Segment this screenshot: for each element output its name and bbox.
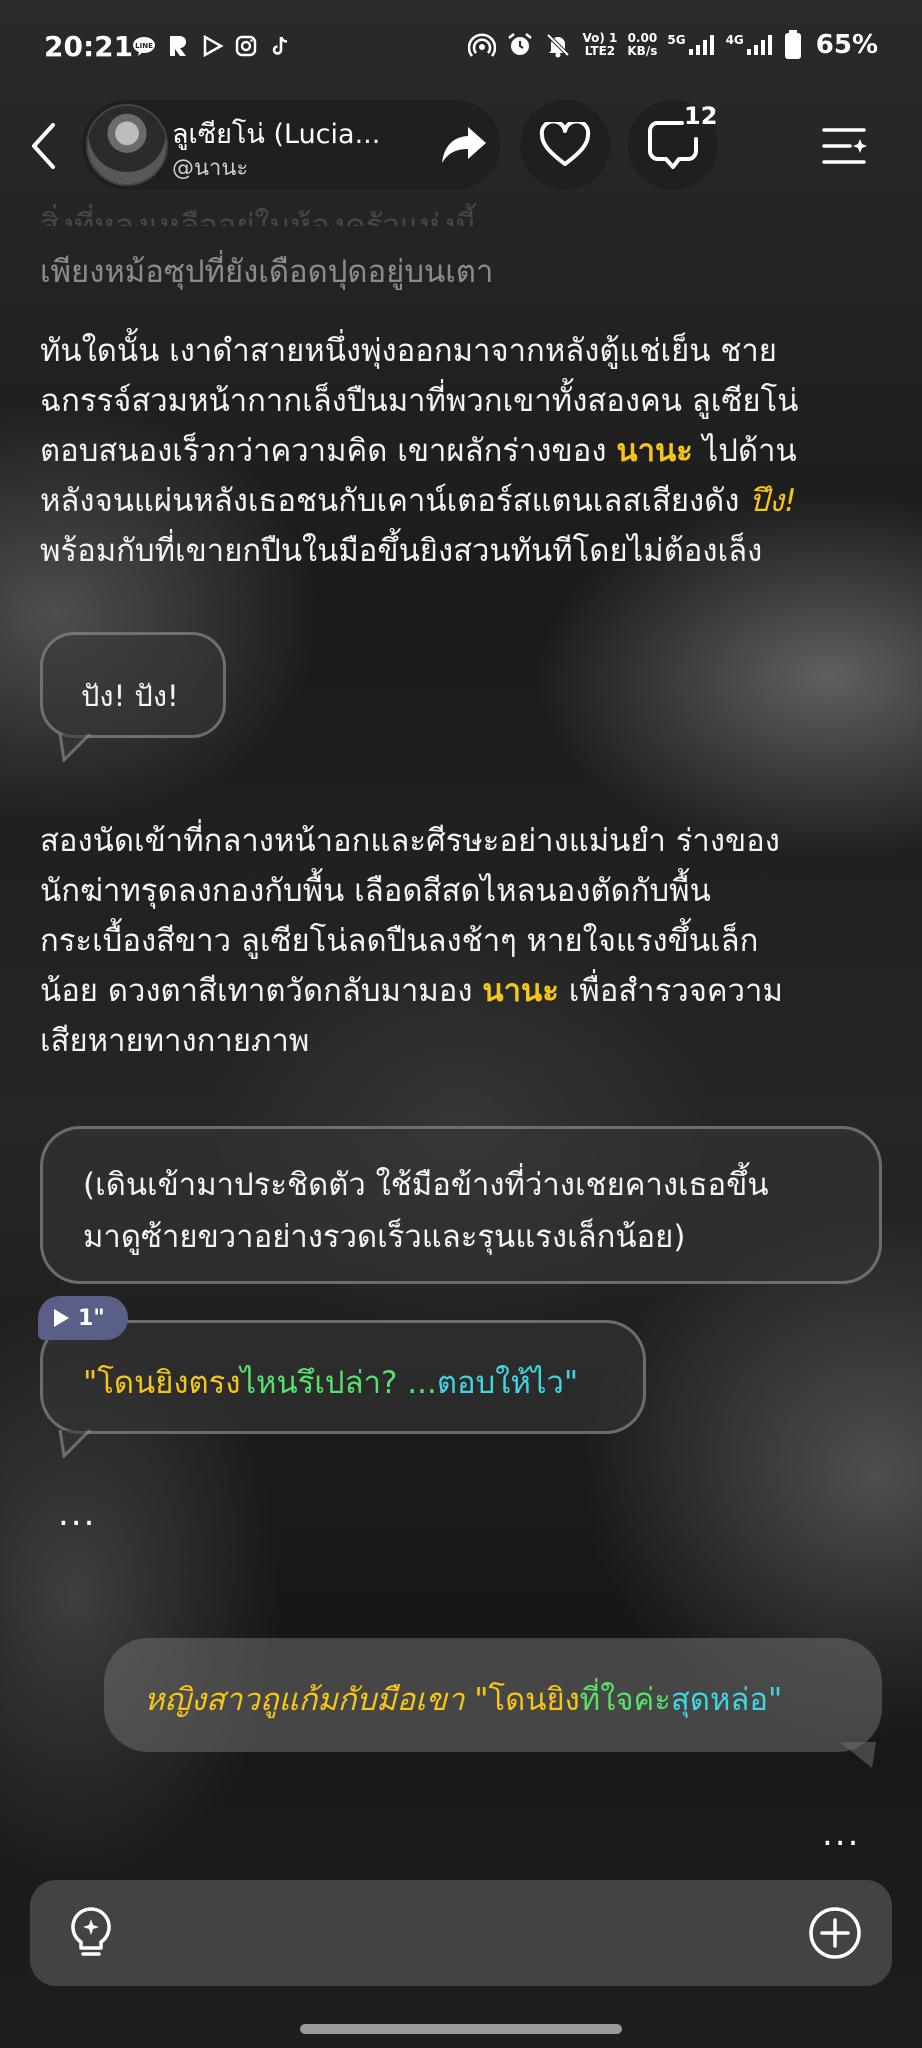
user-message-bubble[interactable]: หญิงสาวถูแก้มกับมือเขา "โดนยิงที่ใจค่ะสุ… (104, 1638, 882, 1752)
volte-label: Vo) 1 LTE2 (582, 31, 618, 58)
chat-menu-button[interactable] (814, 116, 874, 176)
status-right: Vo) 1 LTE2 0.00 KB/s 5G 4G 65% (468, 30, 878, 60)
gunshot-text: ปัง! ปัง! (81, 679, 179, 713)
story-line: ทันใดนั้น เงาดำสายหนึ่งพุ่งออกมาจากหลังต… (40, 333, 777, 369)
user-action-text: หญิงสาวถูแก้มกับมือเขา (144, 1682, 475, 1718)
character-handle: @นานะ (172, 156, 249, 181)
voice-quote-text: ไหนรึเปล่า? ... (240, 1365, 437, 1401)
story-line: นักฆ่าทรุดลงกองกับพื้น เลือดสีสดไหลนองตั… (40, 873, 711, 909)
signal-4g-icon (746, 35, 772, 55)
tiktok-icon (268, 34, 292, 58)
status-time: 20:21 (44, 30, 134, 63)
voice-play-badge[interactable]: 1" (38, 1296, 128, 1340)
story-paragraph-2: สองนัดเข้าที่กลางหน้าอกและศีรษะอย่างแม่น… (40, 816, 783, 1066)
story-paragraph-1: ทันใดนั้น เงาดำสายหนึ่งพุ่งออกมาจากหลังต… (40, 326, 798, 576)
signal-5g: 5G (667, 34, 715, 56)
hotspot-icon (468, 33, 497, 57)
signal-5g-icon (688, 35, 714, 55)
signal-4g: 4G (726, 34, 774, 56)
story-text: ไปด้าน (692, 433, 797, 469)
alarm-icon (508, 33, 533, 55)
story-line: หลังจนแผ่นหลังเธอชนกับเคาน์เตอร์สแตนเลสเ… (40, 476, 798, 526)
faded-story-line: เพียงหม้อซุปที่ยังเดือดปุดอยู่บนเตา (40, 254, 494, 290)
play-icon (54, 1309, 69, 1327)
more-options-icon[interactable]: ... (58, 1494, 96, 1534)
lightbulb-icon (71, 1907, 111, 1956)
story-text: น้อย ดวงตาสีเทาตวัดกลับมามอง (40, 973, 483, 1009)
speed-label: 0.00 KB/s (627, 32, 657, 58)
story-text: ตอบสนองเร็วกว่าความคิด เขาผลักร่างของ (40, 433, 617, 469)
play-icon (200, 34, 224, 58)
battery-icon (784, 30, 801, 59)
story-line: กระเบื้องสีขาว ลูเซียโน่ลดปืนลงช้าๆ หายใ… (40, 923, 759, 959)
bubble-tail (840, 1742, 876, 1768)
share-arrow-icon (442, 127, 486, 163)
voice-duration: 1" (78, 1305, 105, 1331)
bubble-tail (58, 734, 92, 762)
r-app-icon (166, 34, 190, 58)
story-line: น้อย ดวงตาสีเทาตวัดกลับมามอง นานะ เพื่อส… (40, 966, 783, 1016)
user-name-highlight: นานะ (616, 433, 693, 469)
character-name: ลูเซียโน่ (Lucia... (172, 119, 381, 150)
add-button[interactable] (808, 1906, 862, 1960)
user-quote-text: "โดนยิง (474, 1682, 580, 1718)
message-input[interactable] (140, 1908, 760, 1958)
gunshot-bubble: ปัง! ปัง! (40, 632, 226, 738)
action-box: (เดินเข้ามาประชิดตัว ใช้มือข้างที่ว่างเช… (40, 1126, 882, 1284)
action-line: มาดูซ้ายขวาอย่างรวดเร็วและรุนแรงเล็กน้อย… (83, 1219, 686, 1255)
net-4g-label: 4G (725, 33, 744, 47)
share-button[interactable] (428, 110, 500, 182)
chat-header: ลูเซียโน่ (Lucia... @นานะ 12 (0, 96, 922, 196)
svg-text:LINE: LINE (135, 42, 153, 50)
bubble-tail (58, 1430, 92, 1458)
message-input-bar (30, 1880, 892, 1986)
line-icon: LINE (132, 34, 156, 58)
story-text: เพื่อสำรวจความ (558, 973, 783, 1009)
story-text: หลังจนแผ่นหลังเธอชนกับเคาน์เตอร์สแตนเลสเ… (40, 483, 750, 519)
story-line: เสียหายทางกายภาพ (40, 1023, 310, 1059)
avatar[interactable] (86, 104, 168, 186)
story-line: ตอบสนองเร็วกว่าความคิด เขาผลักร่างของ นา… (40, 426, 798, 476)
story-line: สองนัดเข้าที่กลางหน้าอกและศีรษะอย่างแม่น… (40, 823, 780, 859)
voice-quote-text: "โดนยิงตรง (83, 1365, 241, 1401)
mute-notification-icon (547, 33, 570, 58)
plus-circle-icon (809, 1907, 861, 1959)
chevron-left-icon (32, 123, 55, 169)
voice-quote-text: ตอบให้ไว" (436, 1365, 579, 1401)
status-bar: 20:21 LINE Vo) 1 LTE2 0.00 KB/s 5G 4G 65… (0, 0, 922, 100)
comment-count: 12 (684, 102, 718, 130)
back-button[interactable] (18, 114, 68, 178)
notification-icons: LINE (132, 34, 292, 58)
suggestion-button[interactable] (64, 1906, 118, 1960)
user-quote-text: ที่ใจค่ะ (579, 1682, 671, 1718)
voice-line-bubble[interactable]: "โดนยิงตรงไหนรึเปล่า? ...ตอบให้ไว" (40, 1320, 646, 1434)
more-options-icon[interactable]: ... (822, 1814, 860, 1854)
heart-icon (539, 122, 591, 166)
faded-text-cut: สิ่งที่หลงเหลืออยู่ในห้องครัวแห่งนี้ (40, 208, 477, 226)
instagram-icon (234, 34, 258, 58)
story-line: ฉกรรจ์สวมหน้ากากเล็งปืนมาที่พวกเขาทั้งสอ… (40, 383, 799, 419)
user-name-highlight: นานะ (482, 973, 559, 1009)
battery-percent: 65% (815, 30, 878, 60)
sound-effect: ปึง! (749, 483, 797, 519)
net-5g-label: 5G (667, 33, 686, 47)
menu-sparkle-icon (822, 128, 867, 164)
like-button[interactable] (520, 100, 610, 190)
action-line: (เดินเข้ามาประชิดตัว ใช้มือข้างที่ว่างเช… (83, 1167, 769, 1203)
speed-unit: KB/s (627, 44, 658, 58)
user-quote-text: สุดหล่อ" (670, 1682, 783, 1718)
story-line: พร้อมกับที่เขายกปืนในมือขึ้นยิงสวนทันทีโ… (40, 533, 763, 569)
home-indicator[interactable] (300, 2024, 622, 2034)
